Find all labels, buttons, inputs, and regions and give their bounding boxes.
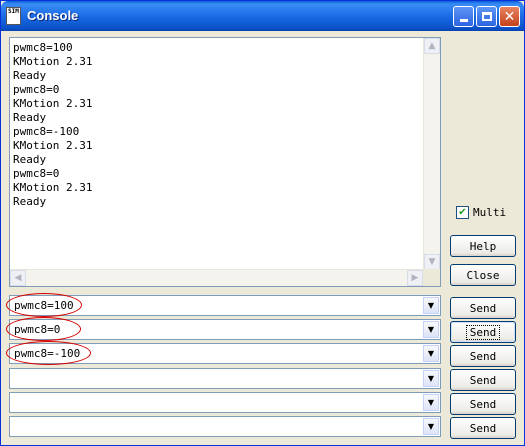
dropdown-arrow-icon[interactable]: ▼ xyxy=(423,321,439,338)
close-window-button[interactable]: ✕ xyxy=(499,6,520,27)
title-bar[interactable]: SIM Console ✕ xyxy=(1,1,524,31)
send-button-label: Send xyxy=(469,421,497,435)
dropdown-arrow-icon[interactable]: ▼ xyxy=(423,418,439,435)
maximize-icon xyxy=(481,12,492,21)
send-button-label: Send xyxy=(469,301,497,315)
multi-label: Multi xyxy=(473,206,507,219)
annotation-ellipse xyxy=(6,341,91,365)
horizontal-scrollbar[interactable]: ◀ ▶ xyxy=(10,269,423,286)
command-combo-6[interactable]: ▼ xyxy=(9,416,441,437)
command-combo-4[interactable]: ▼ xyxy=(9,368,441,389)
help-button-label: Help xyxy=(469,239,497,253)
console-output-text: pwmc8=100 KMotion 2.31 Ready pwmc8=0 KMo… xyxy=(13,41,93,208)
send-button-3[interactable]: Send xyxy=(450,345,516,367)
command-combo-5[interactable]: ▼ xyxy=(9,392,441,413)
dropdown-arrow-icon[interactable]: ▼ xyxy=(423,297,439,314)
checkbox-check-icon[interactable]: ✔ xyxy=(456,206,469,219)
dropdown-arrow-icon[interactable]: ▼ xyxy=(423,394,439,411)
scroll-down-arrow-icon[interactable]: ▼ xyxy=(424,254,440,270)
annotation-ellipse xyxy=(6,293,82,317)
send-button-6[interactable]: Send xyxy=(450,417,516,439)
send-button-5[interactable]: Send xyxy=(450,393,516,415)
dropdown-arrow-icon[interactable]: ▼ xyxy=(423,345,439,362)
close-button-label: Close xyxy=(466,268,500,282)
send-button-1[interactable]: Send xyxy=(450,297,516,319)
send-button-label: Send xyxy=(469,373,497,387)
scroll-right-arrow-icon[interactable]: ▶ xyxy=(407,270,423,286)
vertical-scrollbar[interactable]: ▲ ▼ xyxy=(423,38,440,270)
minimize-icon xyxy=(459,19,468,22)
send-button-2[interactable]: Send xyxy=(450,321,516,343)
close-button[interactable]: Close xyxy=(450,264,516,286)
help-button[interactable]: Help xyxy=(450,235,516,257)
close-icon: ✕ xyxy=(503,8,516,25)
multi-checkbox[interactable]: ✔ Multi xyxy=(456,206,506,219)
send-button-4[interactable]: Send xyxy=(450,369,516,391)
maximize-button[interactable] xyxy=(476,6,497,27)
app-icon[interactable]: SIM xyxy=(6,7,21,25)
send-button-label: Send xyxy=(469,397,497,411)
annotation-ellipse xyxy=(6,317,81,341)
send-button-label: Send xyxy=(465,324,501,340)
minimize-button[interactable] xyxy=(453,6,474,27)
window-title: Console xyxy=(27,8,79,23)
send-button-label: Send xyxy=(469,349,497,363)
scroll-left-arrow-icon[interactable]: ◀ xyxy=(10,270,26,286)
scroll-up-arrow-icon[interactable]: ▲ xyxy=(424,38,440,54)
dropdown-arrow-icon[interactable]: ▼ xyxy=(423,370,439,387)
console-output[interactable]: pwmc8=100 KMotion 2.31 Ready pwmc8=0 KMo… xyxy=(9,37,441,287)
scrollbar-corner xyxy=(423,269,440,286)
console-window: SIM Console ✕ pwmc8=100 KMotion 2.31 Rea… xyxy=(0,0,525,446)
